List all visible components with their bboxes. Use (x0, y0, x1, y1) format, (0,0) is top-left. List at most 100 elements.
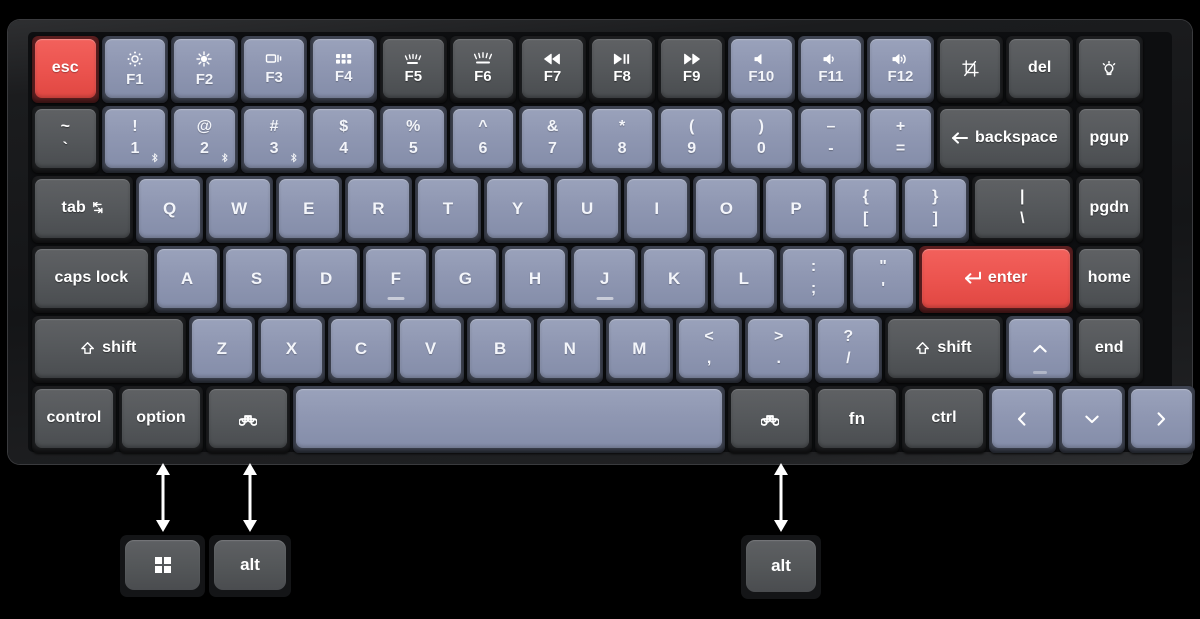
key-key-v[interactable]: V (397, 316, 464, 383)
key-key-o[interactable]: O (693, 176, 760, 243)
key-label: F4 (334, 67, 353, 85)
key-quote[interactable]: " ' (849, 246, 917, 313)
key-arrow-right[interactable] (1128, 386, 1195, 453)
key-key-c[interactable]: C (327, 316, 395, 383)
key-key-g[interactable]: G (432, 246, 499, 313)
key-legend: O (693, 176, 760, 243)
key-key-m[interactable]: M (606, 316, 673, 383)
key-digit-0[interactable]: ) 0 (728, 106, 795, 173)
key-key-q[interactable]: Q (136, 176, 203, 243)
key-f9[interactable]: F9 (658, 36, 725, 103)
key-backspace[interactable]: backspace (936, 106, 1073, 173)
key-key-j[interactable]: J (571, 246, 638, 313)
key-comma[interactable]: <, (675, 316, 743, 383)
key-enter[interactable]: enter (919, 246, 1073, 313)
key-key-r[interactable]: R (345, 176, 412, 243)
key-digit-7[interactable]: & 7 (519, 106, 586, 173)
key-equal[interactable]: + = (867, 106, 934, 173)
key-label: F3 (265, 69, 283, 87)
key-grave[interactable]: ~ ` (32, 106, 99, 173)
key-bracket-r[interactable]: }] (902, 176, 969, 243)
key-backslash[interactable]: | \ (971, 176, 1073, 243)
key-label: del (1027, 59, 1052, 77)
key-key-h[interactable]: H (501, 246, 569, 313)
key-key-w[interactable]: W (206, 176, 273, 243)
key-legend: tab (32, 176, 133, 243)
key-command-right[interactable] (728, 386, 812, 453)
key-legend: :; (780, 246, 847, 313)
key-f11[interactable]: F11 (797, 36, 865, 103)
key-f1[interactable]: F1 (101, 36, 169, 103)
key-key-s[interactable]: S (223, 246, 290, 313)
key-f4[interactable]: F4 (310, 36, 377, 103)
key-digit-1[interactable]: ! 1 (101, 106, 169, 173)
key-shift-right[interactable]: shift (884, 316, 1004, 383)
key-key-t[interactable]: T (414, 176, 482, 243)
key-key-f[interactable]: F (362, 246, 430, 313)
key-digit-3[interactable]: #3 (240, 106, 308, 173)
key-key-i[interactable]: I (623, 176, 691, 243)
key-key-u[interactable]: U (554, 176, 621, 243)
key-minus[interactable]: – - (797, 106, 865, 173)
key-end[interactable]: end (1076, 316, 1143, 383)
callout-alt-left[interactable]: alt (209, 535, 291, 597)
key-f8[interactable]: F8 (588, 36, 656, 103)
key-f2[interactable]: F2 (171, 36, 238, 103)
key-command-left[interactable] (206, 386, 290, 453)
key-space[interactable] (293, 386, 725, 453)
key-tab[interactable]: tab (32, 176, 134, 243)
key-arrow-up[interactable] (1006, 316, 1073, 383)
key-arrow-down[interactable] (1058, 386, 1126, 453)
key-del[interactable]: del (1006, 36, 1073, 103)
key-legend-bottom: 2 (200, 140, 209, 157)
key-key-a[interactable]: A (153, 246, 221, 313)
key-digit-4[interactable]: $4 (310, 106, 377, 173)
key-digit-2[interactable]: @2 (171, 106, 238, 173)
key-esc[interactable]: esc (32, 36, 99, 103)
key-key-x[interactable]: X (258, 316, 325, 383)
key-key-e[interactable]: E (275, 176, 343, 243)
key-legend: del (1006, 36, 1073, 103)
key-ctrl[interactable]: ctrl (902, 386, 986, 453)
key-key-l[interactable]: L (710, 246, 778, 313)
key-key-y[interactable]: Y (484, 176, 551, 243)
key-home[interactable]: home (1076, 246, 1143, 313)
key-bracket-l[interactable]: {[ (832, 176, 899, 243)
key-digit-5[interactable]: % 5 (380, 106, 447, 173)
key-key-n[interactable]: N (536, 316, 604, 383)
key-key-d[interactable]: D (293, 246, 360, 313)
key-f12[interactable]: F12 (867, 36, 934, 103)
key-control[interactable]: control (32, 386, 116, 453)
key-semicolon[interactable]: :; (780, 246, 847, 313)
key-period[interactable]: >. (745, 316, 812, 383)
key-f6[interactable]: F6 (449, 36, 517, 103)
key-legend: ^ 6 (450, 106, 517, 173)
key-key-b[interactable]: B (467, 316, 534, 383)
key-arrow-left[interactable] (989, 386, 1056, 453)
key-digit-8[interactable]: * 8 (588, 106, 656, 173)
key-pgup[interactable]: pgup (1076, 106, 1143, 173)
key-option[interactable]: option (119, 386, 203, 453)
key-f3[interactable]: F3 (240, 36, 308, 103)
key-caps-lock[interactable]: caps lock (32, 246, 151, 313)
callout-alt-right[interactable]: alt (741, 535, 821, 599)
key-key-z[interactable]: Z (188, 316, 256, 383)
key-fn[interactable]: fn (815, 386, 899, 453)
key-f5[interactable]: F5 (380, 36, 447, 103)
key-light[interactable] (1076, 36, 1143, 103)
key-f10[interactable]: F10 (728, 36, 795, 103)
key-snip[interactable] (936, 36, 1004, 103)
key-label: pgup (1089, 129, 1130, 147)
arrow-left-icon (952, 132, 969, 145)
key-slash[interactable]: ? / (815, 316, 882, 383)
key-pgdn[interactable]: pgdn (1076, 176, 1143, 243)
callout-windows[interactable] (120, 535, 205, 597)
key-f7[interactable]: F7 (519, 36, 586, 103)
key-shift-left[interactable]: shift (32, 316, 186, 383)
key-digit-6[interactable]: ^ 6 (449, 106, 517, 173)
key-digit-9[interactable]: (9 (658, 106, 725, 173)
key-key-p[interactable]: P (762, 176, 830, 243)
key-legend-bottom: ; (810, 280, 817, 297)
key-key-k[interactable]: K (641, 246, 708, 313)
key-legend: S (223, 246, 290, 313)
